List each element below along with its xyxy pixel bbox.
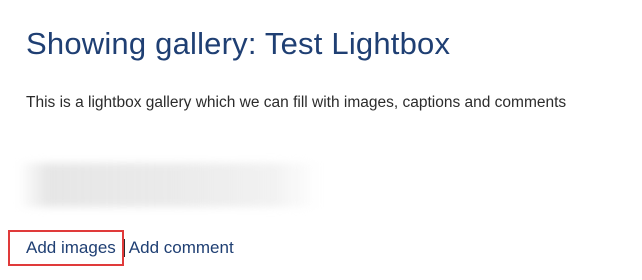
gallery-description: This is a lightbox gallery which we can … <box>26 94 567 111</box>
add-images-highlight: Add images <box>8 230 124 266</box>
page-title: Showing gallery: Test Lightbox <box>26 26 451 61</box>
add-images-link[interactable]: Add images <box>26 237 116 259</box>
action-separator <box>123 239 125 257</box>
gallery-actions: Add images Add comment <box>8 228 234 268</box>
gallery-images-placeholder <box>18 163 318 207</box>
add-comment-link[interactable]: Add comment <box>129 237 234 259</box>
